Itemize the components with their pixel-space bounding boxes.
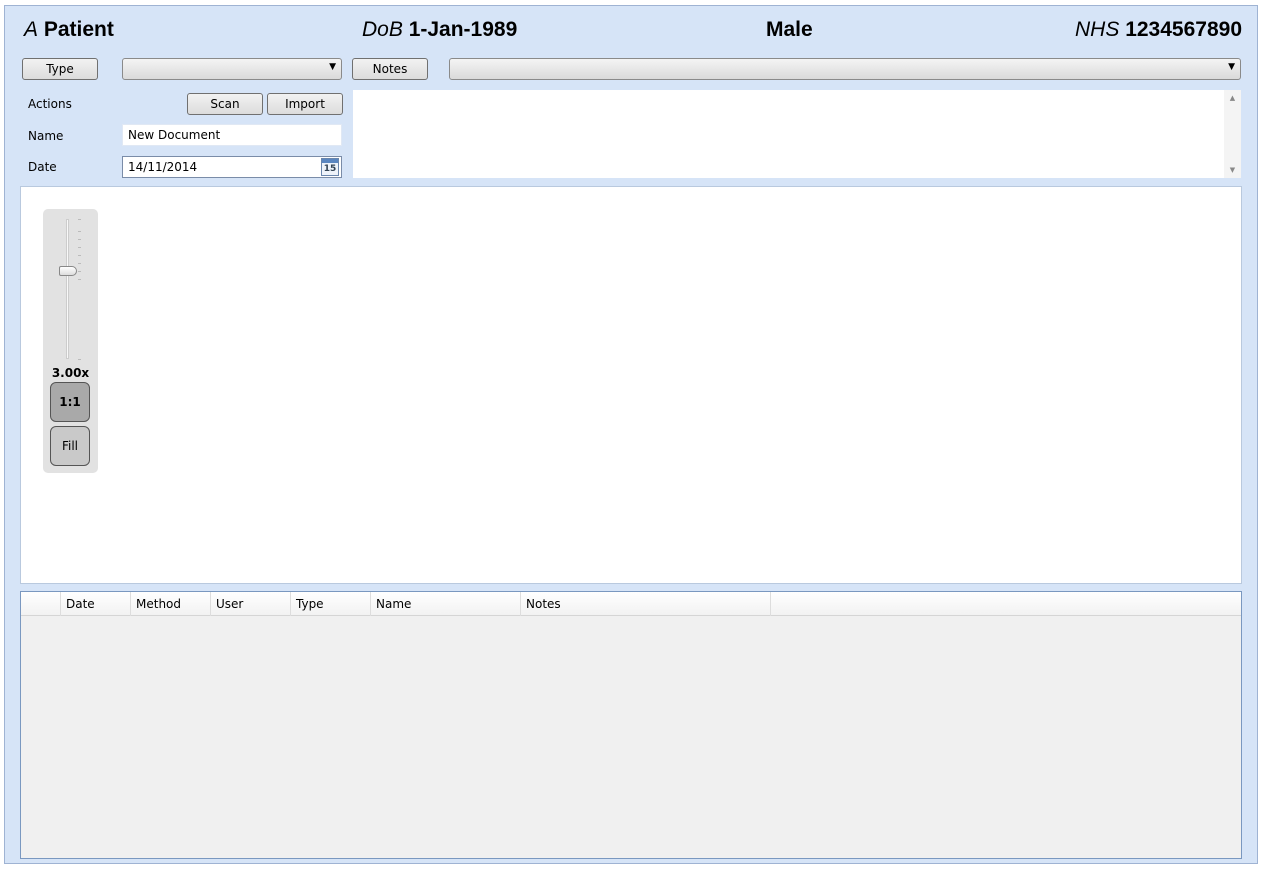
notes-textarea[interactable]: ▲ ▼ [353, 90, 1241, 178]
notes-dropdown[interactable]: ▼ [449, 58, 1241, 80]
scroll-down-icon[interactable]: ▼ [1224, 166, 1241, 174]
zoom-slider-thumb[interactable] [59, 266, 77, 276]
date-picker[interactable]: 14/11/2014 15 [122, 156, 342, 178]
patient-dob: DoB 1-Jan-1989 [362, 18, 518, 41]
name-label: Name [28, 129, 64, 143]
patient-nhs: NHS 1234567890 [1075, 18, 1242, 41]
column-header-type[interactable]: Type [291, 592, 371, 616]
column-header-notes[interactable]: Notes [521, 592, 771, 616]
zoom-panel: 3.00x 1:1 Fill [43, 209, 98, 473]
chevron-down-icon: ▼ [1228, 62, 1235, 72]
type-dropdown[interactable]: ▼ [122, 58, 342, 80]
notes-scrollbar[interactable]: ▲ ▼ [1224, 90, 1241, 178]
date-label: Date [28, 160, 57, 174]
patient-sex: Male [766, 18, 813, 41]
column-header-date[interactable]: Date [61, 592, 131, 616]
actions-label: Actions [28, 97, 72, 111]
type-button[interactable]: Type [22, 58, 98, 80]
chevron-down-icon: ▼ [329, 62, 336, 72]
column-header-name[interactable]: Name [371, 592, 521, 616]
main-window: A Patient DoB 1-Jan-1989 Male NHS 123456… [4, 5, 1258, 864]
document-viewer[interactable]: 3.00x 1:1 Fill [20, 186, 1242, 584]
zoom-level: 3.00x [51, 366, 90, 380]
fill-button[interactable]: Fill [50, 426, 90, 466]
notes-button[interactable]: Notes [352, 58, 428, 80]
import-button[interactable]: Import [267, 93, 343, 115]
scan-button[interactable]: Scan [187, 93, 263, 115]
name-input[interactable]: New Document [122, 124, 342, 146]
column-header-select[interactable] [21, 592, 61, 616]
grid-header: Date Method User Type Name Notes [21, 592, 1241, 616]
documents-grid[interactable]: Date Method User Type Name Notes [20, 591, 1242, 859]
scroll-up-icon[interactable]: ▲ [1224, 94, 1241, 102]
zoom-slider-track[interactable] [66, 219, 69, 359]
column-header-user[interactable]: User [211, 592, 291, 616]
calendar-icon[interactable]: 15 [321, 158, 339, 176]
one-to-one-button[interactable]: 1:1 [50, 382, 90, 422]
patient-name: A Patient [24, 18, 114, 41]
column-header-method[interactable]: Method [131, 592, 211, 616]
